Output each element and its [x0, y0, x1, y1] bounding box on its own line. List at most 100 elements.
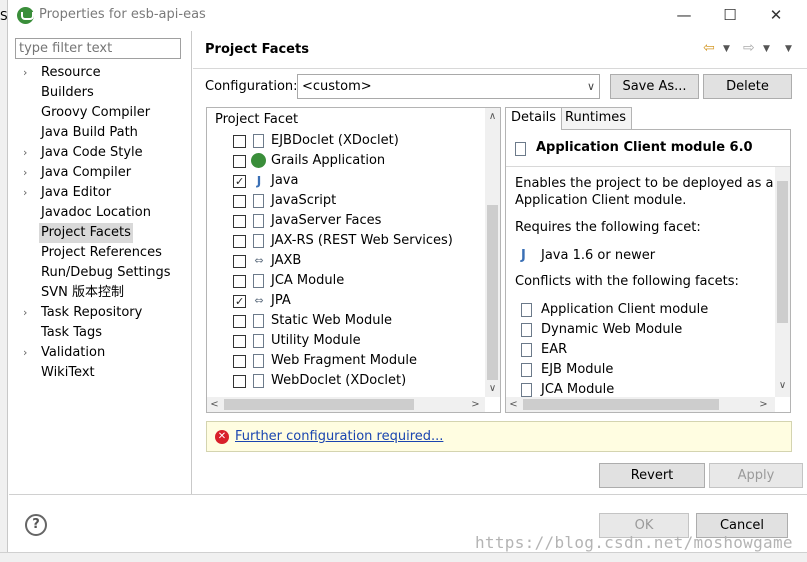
- filter-input[interactable]: [15, 38, 181, 59]
- facet-checkbox[interactable]: [233, 255, 246, 268]
- facet-row[interactable]: EJBDoclet (XDoclet): [207, 131, 485, 151]
- facet-checkbox[interactable]: [233, 235, 246, 248]
- facet-row[interactable]: JAX-RS (REST Web Services): [207, 231, 485, 251]
- back-arrow-icon[interactable]: ⇦: [703, 40, 715, 56]
- conflict-item: EAR: [506, 340, 774, 360]
- maximize-button[interactable]: ☐: [715, 4, 745, 26]
- details-scroll-thumb[interactable]: [777, 181, 788, 323]
- tree-item[interactable]: SVN 版本控制: [9, 283, 191, 303]
- facet-vertical-scrollbar[interactable]: ∧ ∨: [485, 108, 500, 397]
- property-tree-pane: › Resource Builders Groovy Compiler Java Bui…: [9, 31, 192, 494]
- scroll-down-arrow-icon[interactable]: ∨: [485, 380, 500, 397]
- tree-item[interactable]: WikiText: [9, 363, 191, 383]
- scroll-left-arrow-icon[interactable]: <: [506, 397, 521, 412]
- facet-scroll-thumb[interactable]: [487, 205, 498, 380]
- facet-checkbox[interactable]: [233, 355, 246, 368]
- facet-row[interactable]: JavaServer Faces: [207, 211, 485, 231]
- properties-dialog: S Properties for esb-api-eas — ☐ ✕ › Reso…: [0, 0, 807, 562]
- facet-row[interactable]: ⇔ JPA: [207, 291, 485, 312]
- facet-checkbox[interactable]: [233, 275, 246, 288]
- chevron-right-icon[interactable]: ›: [23, 143, 27, 163]
- chevron-right-icon[interactable]: ›: [23, 343, 27, 363]
- facet-checkbox[interactable]: [233, 135, 246, 148]
- tree-item[interactable]: Java Build Path: [9, 123, 191, 143]
- chevron-right-icon[interactable]: ›: [23, 163, 27, 183]
- facet-row[interactable]: Grails Application: [207, 151, 485, 171]
- facet-row[interactable]: JavaScript: [207, 191, 485, 211]
- tree-item[interactable]: › Validation: [9, 343, 191, 363]
- facet-label: WebDoclet (XDoclet): [271, 373, 407, 388]
- close-button[interactable]: ✕: [761, 4, 791, 26]
- tree-item[interactable]: Builders: [9, 83, 191, 103]
- facet-checkbox[interactable]: [233, 172, 246, 192]
- facet-horizontal-scrollbar[interactable]: < >: [207, 397, 485, 412]
- configuration-select[interactable]: <custom> ∨: [297, 74, 600, 99]
- scroll-down-arrow-icon[interactable]: ∨: [775, 377, 790, 394]
- facet-row[interactable]: J Java: [207, 171, 485, 192]
- further-configuration-link[interactable]: Further configuration required...: [235, 429, 443, 444]
- details-title: Application Client module 6.0: [536, 140, 753, 155]
- delete-button[interactable]: Delete: [703, 74, 792, 99]
- tab-details[interactable]: Details: [505, 107, 563, 130]
- tree-item[interactable]: Task Tags: [9, 323, 191, 343]
- tree-item[interactable]: › Resource: [9, 63, 191, 83]
- facet-row[interactable]: Web Fragment Module: [207, 351, 485, 371]
- conflict-item: Application Client module: [506, 300, 774, 320]
- scroll-up-arrow-icon[interactable]: ∧: [485, 108, 500, 125]
- page-title: Project Facets: [205, 42, 309, 57]
- revert-button[interactable]: Revert: [599, 463, 705, 488]
- facet-checkbox[interactable]: [233, 292, 246, 312]
- scroll-left-arrow-icon[interactable]: <: [207, 397, 222, 412]
- details-hscroll-thumb[interactable]: [523, 399, 719, 410]
- minimize-button[interactable]: —: [669, 4, 699, 26]
- tree-item[interactable]: Groovy Compiler: [9, 103, 191, 123]
- chevron-right-icon[interactable]: ›: [23, 183, 27, 203]
- tree-item[interactable]: Project Facets: [9, 223, 191, 243]
- doc-icon: [253, 234, 264, 248]
- requires-label: Requires the following facet:: [515, 220, 701, 235]
- back-menu-chevron-icon[interactable]: ▼: [723, 44, 730, 54]
- facet-row[interactable]: Utility Module: [207, 331, 485, 351]
- header-divider: [193, 68, 807, 69]
- facet-checkbox[interactable]: [233, 215, 246, 228]
- tree-item[interactable]: Javadoc Location: [9, 203, 191, 223]
- save-as-button[interactable]: Save As...: [610, 74, 699, 99]
- forward-arrow-icon[interactable]: ⇨: [743, 40, 755, 56]
- tree-item[interactable]: Project References: [9, 243, 191, 263]
- details-description-line2: Application Client module.: [515, 193, 687, 208]
- details-horizontal-scrollbar[interactable]: < >: [506, 397, 775, 412]
- view-menu-icon[interactable]: ▼: [785, 44, 792, 54]
- facet-checkbox[interactable]: [233, 155, 246, 168]
- dialog-body: › Resource Builders Groovy Compiler Java Bui…: [9, 31, 807, 552]
- tree-item[interactable]: › Java Compiler: [9, 163, 191, 183]
- facet-hscroll-thumb[interactable]: [224, 399, 414, 410]
- tree-item[interactable]: Run/Debug Settings: [9, 263, 191, 283]
- message-bar: ✕ Further configuration required...: [206, 421, 792, 452]
- facet-row[interactable]: JCA Module: [207, 271, 485, 291]
- doc-icon: [253, 134, 264, 148]
- help-icon[interactable]: ?: [25, 514, 47, 536]
- facet-checkbox[interactable]: [233, 375, 246, 388]
- chevron-down-icon: ∨: [586, 80, 595, 93]
- tree-item[interactable]: › Java Editor: [9, 183, 191, 203]
- scroll-right-arrow-icon[interactable]: >: [756, 397, 771, 412]
- tree-item[interactable]: › Task Repository: [9, 303, 191, 323]
- facet-checkbox[interactable]: [233, 335, 246, 348]
- facet-row[interactable]: Static Web Module: [207, 311, 485, 331]
- scroll-right-arrow-icon[interactable]: >: [468, 397, 483, 412]
- tree-item-label: Java Code Style: [41, 145, 143, 160]
- facet-row[interactable]: WebDoclet (XDoclet): [207, 371, 485, 391]
- facet-checkbox[interactable]: [233, 315, 246, 328]
- tree-item[interactable]: › Java Code Style: [9, 143, 191, 163]
- chevron-right-icon[interactable]: ›: [23, 303, 27, 323]
- tree-item-label: Groovy Compiler: [41, 105, 151, 120]
- title-bar: Properties for esb-api-eas — ☐ ✕: [9, 0, 807, 31]
- forward-menu-chevron-icon[interactable]: ▼: [763, 44, 770, 54]
- facet-row[interactable]: ⇔ JAXB: [207, 251, 485, 271]
- apply-button[interactable]: Apply: [709, 463, 803, 488]
- facet-checkbox[interactable]: [233, 195, 246, 208]
- chevron-right-icon[interactable]: ›: [23, 63, 27, 83]
- tab-runtimes[interactable]: Runtimes: [559, 107, 633, 129]
- doc-icon: [253, 214, 264, 228]
- details-vertical-scrollbar[interactable]: ∨: [775, 167, 790, 397]
